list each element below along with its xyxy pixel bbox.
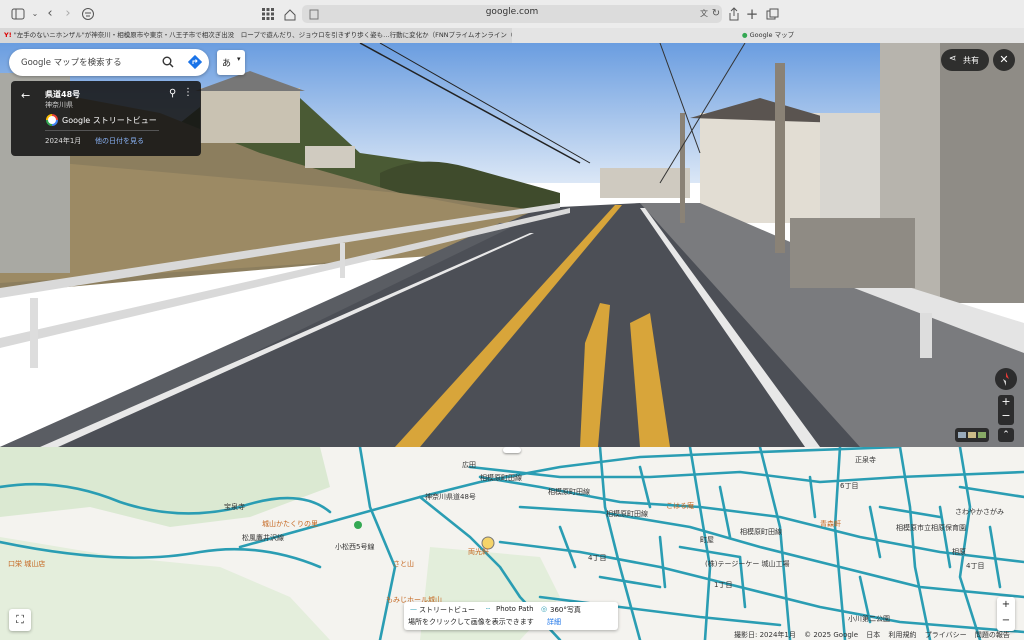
compass-icon[interactable] <box>995 368 1017 390</box>
map-search-box[interactable]: Google マップを検索する <box>9 49 209 76</box>
back-arrow-icon[interactable]: ← <box>21 89 30 102</box>
map-poi[interactable]: 両光軒 <box>468 547 489 557</box>
road-name: 県道48号 <box>45 90 81 99</box>
zoom-out-icon[interactable]: − <box>997 613 1015 629</box>
chevron-down-icon: ▾ <box>237 55 241 63</box>
maps-pin-icon: ● <box>741 31 748 39</box>
directions-icon[interactable] <box>188 55 202 69</box>
map-panel[interactable]: 広田 相模原町田線 相模原町田線 相模原町田線 相模原町田線 神奈川県道48号 … <box>0 447 1024 640</box>
reload-icon[interactable]: ↻ <box>708 6 724 22</box>
map-label: 相模原町田線 <box>480 474 522 482</box>
new-tab-icon[interactable]: + <box>744 6 760 22</box>
map-label: 神奈川県道48号 <box>425 493 476 501</box>
tab-google-maps[interactable]: ● Google マップ <box>512 28 1024 43</box>
tab-bar: Y! "左手のないニホンザル"が神奈川・相模原市や東京・八王子市で相次ぎ出没 ロ… <box>0 28 1024 44</box>
map-label: 広田 <box>462 461 476 469</box>
photo-360-icon: ◎ <box>541 605 548 613</box>
service-label: Google ストリートビュー <box>62 116 157 125</box>
legend-panel: — ストリートビュー ┄ Photo Path ◎ 360°写真 場所をクリック… <box>404 602 618 630</box>
map-label: 4丁目 <box>588 554 607 562</box>
footer-item: 撮影日: 2024年1月 <box>734 631 796 639</box>
footer-item: © 2025 Google <box>804 631 859 639</box>
map-label: 相模原町田線 <box>740 528 782 536</box>
detail-link[interactable]: 詳細 <box>547 617 561 627</box>
map-poi[interactable]: 口栄 城山店 <box>8 559 45 569</box>
map-label: 小川第二公園 <box>848 615 890 623</box>
footer-link[interactable]: プライバシー <box>925 631 967 639</box>
map-poi[interactable]: 城山かたくりの里 <box>262 519 318 529</box>
map-label: 4丁目 <box>966 562 985 570</box>
street-view-panel[interactable]: Google マップを検索する あ ▾ ← 県道48号 神奈川県 ⚲ ⋮ Goo… <box>0 43 1024 447</box>
expand-up-icon[interactable]: ⌃ <box>998 428 1014 442</box>
tab-label: Google マップ <box>749 31 795 39</box>
fullscreen-icon[interactable]: ⛶ <box>9 609 31 631</box>
map-label: 1丁目 <box>714 581 733 589</box>
zoom-in-icon[interactable]: + <box>997 597 1015 613</box>
location-pin-icon[interactable]: ⚲ <box>169 88 176 99</box>
zoom-in-icon[interactable]: + <box>998 395 1014 409</box>
privacy-shield-icon[interactable] <box>80 6 96 22</box>
photo-path-icon: ┄ <box>486 605 491 613</box>
map-label: (株)テージーケー 城山工場 <box>705 560 790 568</box>
chevron-down-icon[interactable]: ⌄ <box>27 6 43 22</box>
other-dates-link[interactable]: 他の日付を見る <box>95 136 144 146</box>
map-label: 相模原町田線 <box>548 488 590 496</box>
tab-label: "左手のないニホンザル"が神奈川・相模原市や東京・八王子市で相次ぎ出没 ロープで… <box>13 31 512 39</box>
tab-yahoo-news[interactable]: Y! "左手のないニホンザル"が神奈川・相模原市や東京・八王子市で相次ぎ出没 ロ… <box>0 28 512 43</box>
input-method-button[interactable]: あ ▾ <box>217 50 245 75</box>
footer-link[interactable]: 問題の報告 <box>975 631 1010 639</box>
home-icon[interactable] <box>282 6 298 22</box>
more-options-icon[interactable]: ⋮ <box>183 87 193 98</box>
tab-overview-icon[interactable] <box>764 6 780 22</box>
divider <box>45 130 159 131</box>
google-logo-icon <box>46 114 58 126</box>
map-zoom-control: + − <box>997 597 1015 631</box>
grid-icon[interactable] <box>260 6 276 22</box>
footer-link[interactable]: 日本 <box>866 631 880 639</box>
map-label: さわやかさがみ <box>955 508 1004 516</box>
close-icon[interactable]: ✕ <box>993 49 1015 71</box>
url-text: google.com <box>485 7 539 17</box>
footer-link[interactable]: 利用規約 <box>889 631 917 639</box>
map-label: 宝泉寺 <box>224 503 245 511</box>
browser-toolbar: ⌄ ‹ › google.com 文 ↻ + <box>0 0 1024 28</box>
capture-date: 2024年1月 <box>45 137 82 145</box>
map-label: 相原 <box>952 548 966 556</box>
forward-icon[interactable]: › <box>60 6 76 22</box>
map-footer: 撮影日: 2024年1月 © 2025 Google 日本 利用規約 プライバシ… <box>734 630 1010 640</box>
map-label: 小松西5号線 <box>335 543 375 551</box>
search-placeholder: Google マップを検索する <box>21 58 122 68</box>
map-poi[interactable]: さと山 <box>393 559 414 569</box>
map-poi[interactable]: こはる庵 <box>666 501 694 511</box>
map-label: 正泉寺 <box>855 456 876 464</box>
thumbnail-strip-button[interactable] <box>955 428 989 442</box>
search-icon[interactable] <box>162 56 174 68</box>
input-method-label: あ <box>222 59 232 69</box>
zoom-control: + − <box>998 395 1014 425</box>
share-button[interactable]: ⋖ 共有 <box>941 49 989 71</box>
map-poi[interactable]: 青森軒 <box>820 519 841 529</box>
legend-item: Photo Path <box>496 605 534 613</box>
legend-hint: 場所をクリックして画像を表示できます <box>408 618 534 626</box>
streetview-line-icon: — <box>410 605 417 613</box>
location-info-card: ← 県道48号 神奈川県 ⚲ ⋮ Google ストリートビュー 2024年1月… <box>11 81 201 156</box>
prefecture: 神奈川県 <box>45 101 73 109</box>
map-label: 相模原市立相原保育園 <box>896 524 966 532</box>
sidebar-toggle-icon[interactable] <box>10 6 26 22</box>
share-label: 共有 <box>963 56 979 65</box>
resize-handle[interactable] <box>503 447 521 453</box>
back-icon[interactable]: ‹ <box>42 6 58 22</box>
address-bar[interactable]: google.com 文 ↻ <box>302 5 722 23</box>
zoom-out-icon[interactable]: − <box>998 409 1014 423</box>
share-page-icon[interactable] <box>726 6 742 22</box>
map-label: 6丁目 <box>840 482 859 490</box>
legend-item: ストリートビュー <box>419 606 475 614</box>
map-label: 松風鷹井沢線 <box>242 534 284 542</box>
map-label: 相模原町田線 <box>606 510 648 518</box>
map-label: 町屋 <box>700 536 714 544</box>
share-icon: ⋖ <box>949 54 957 64</box>
legend-item: 360°写真 <box>550 606 581 614</box>
yahoo-favicon-icon: Y! <box>4 31 12 39</box>
